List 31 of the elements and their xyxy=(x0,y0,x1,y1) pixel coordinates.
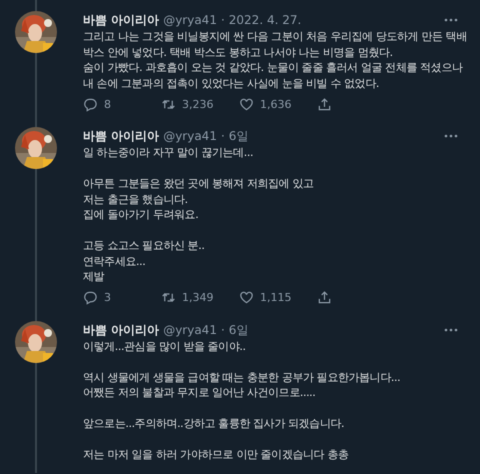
tweet-text: 일 하는중이라 자꾸 말이 끊기는데... 아무튼 그분들은 왔던 곳에 봉해져 저희집에 있고 저는 출근을 했습니다. 집에 돌아가기 두려워요. 고등 쇼고스 필요하신 분.. 연락주세요... 제발 xyxy=(83,145,314,284)
separator-dot: · xyxy=(220,12,225,28)
user-name[interactable]: 바쁨 아이리아 xyxy=(83,322,160,338)
reply-count: 8 xyxy=(104,98,111,110)
tweet-text: 이렇게...관심을 많이 받을 줄이야.. 역시 생물에게 생물을 급여할 때는 충분한 공부가 필요한가봅니다... 어쨌든 저의 불찰과 무지로 일어난 사건이므로..... 앞으로는...주의하며..강하고 훌륭한 집사가 되겠습니다. 저는 마저 일을 하러 가야하므로 이만 줄이겠습니다 총총 xyxy=(83,338,400,462)
separator-dot: · xyxy=(220,128,225,144)
user-handle[interactable]: @yrya41 xyxy=(163,12,217,28)
user-handle[interactable]: @yrya41 xyxy=(163,322,217,338)
share-icon[interactable] xyxy=(317,290,332,305)
tweet-time[interactable]: 6일 xyxy=(228,128,248,144)
share-icon[interactable] xyxy=(317,96,332,112)
speech-bubble-icon[interactable] xyxy=(83,290,98,305)
heart-icon[interactable] xyxy=(239,290,254,305)
tweet-text: 그리고 나는 그것을 비닐봉지에 싼 다음 그분이 처음 우리집에 당도하게 만든 택배 박스 안에 넣었다. 택배 박스도 봉하고 나서야 나는 비명을 멈췄다. 숨이 가빴다. 과호흡이 오는 것 같았다. 눈물이 줄줄 흘러서 얼굴 전체를 적셨으나 내 손에 그분과의 접촉이 있었다는 사실에 눈을 비빌 수 없었다. xyxy=(83,29,467,91)
more-options-icon[interactable] xyxy=(444,134,458,138)
speech-bubble-icon[interactable] xyxy=(83,96,98,112)
tweet-time[interactable]: 2022. 4. 27. xyxy=(228,12,302,28)
retweet-count: 3,236 xyxy=(182,98,214,110)
retweet-icon[interactable] xyxy=(161,290,176,305)
user-name[interactable]: 바쁨 아이리아 xyxy=(83,12,160,28)
reply-count: 3 xyxy=(104,291,111,304)
user-handle[interactable]: @yrya41 xyxy=(163,128,217,144)
like-count: 1,636 xyxy=(260,98,292,110)
user-name[interactable]: 바쁨 아이리아 xyxy=(83,128,160,144)
retweet-count: 1,349 xyxy=(182,291,214,304)
like-count: 1,115 xyxy=(260,291,292,304)
more-options-icon[interactable] xyxy=(444,328,458,332)
more-options-icon[interactable] xyxy=(444,18,458,22)
tweet-time[interactable]: 6일 xyxy=(228,322,248,338)
separator-dot: · xyxy=(220,322,225,338)
heart-icon[interactable] xyxy=(239,96,254,112)
